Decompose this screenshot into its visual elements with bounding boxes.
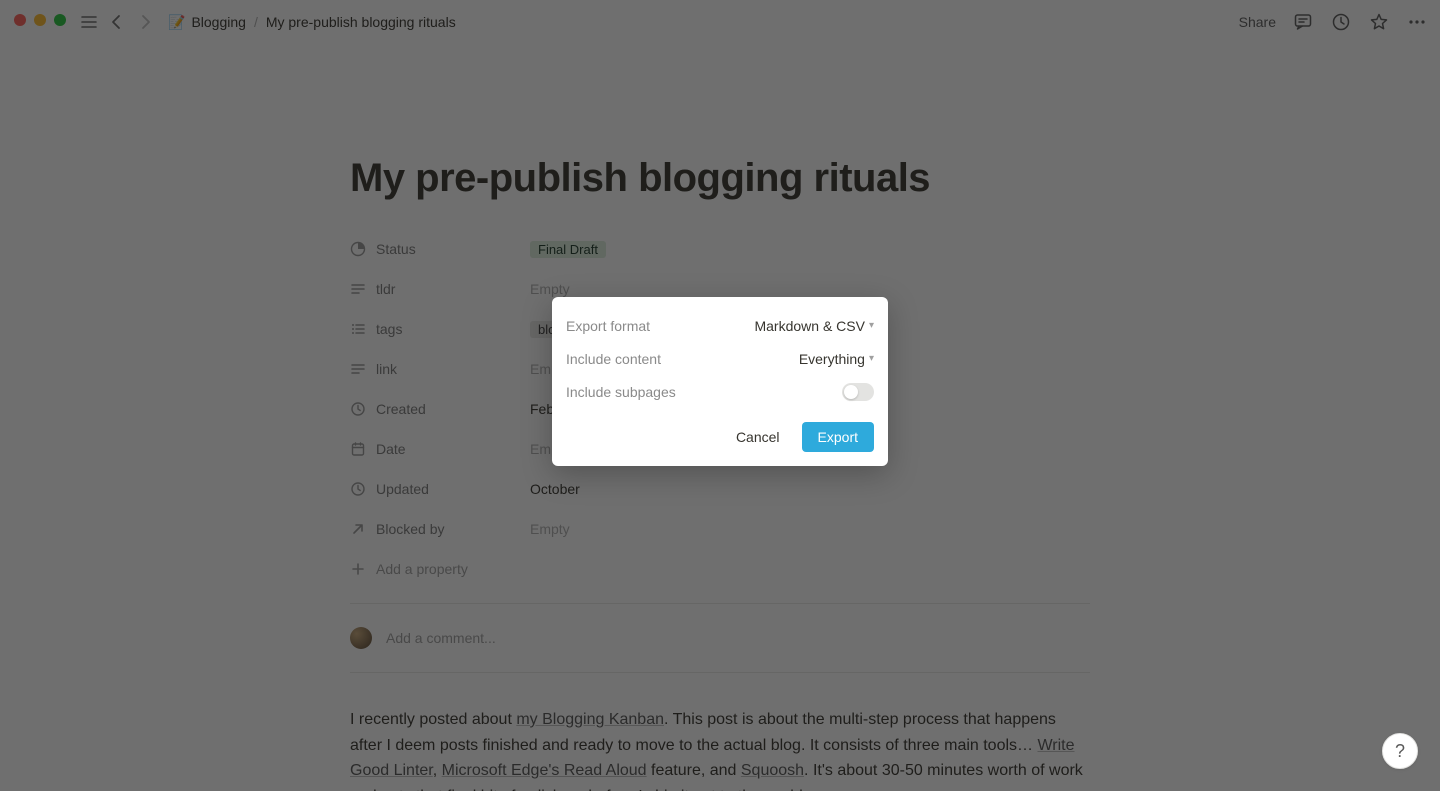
include-content-select[interactable]: Everything ▾ bbox=[799, 351, 874, 367]
modal-actions: Cancel Export bbox=[566, 422, 874, 452]
include-subpages-toggle[interactable] bbox=[842, 383, 874, 401]
export-format-label: Export format bbox=[566, 318, 650, 334]
modal-row-export-format: Export format Markdown & CSV ▾ bbox=[566, 309, 874, 342]
modal-row-include-content: Include content Everything ▾ bbox=[566, 342, 874, 375]
toggle-knob bbox=[844, 385, 858, 399]
help-icon: ? bbox=[1395, 741, 1405, 762]
modal-row-include-subpages: Include subpages bbox=[566, 375, 874, 408]
include-subpages-label: Include subpages bbox=[566, 384, 676, 400]
export-modal: Export format Markdown & CSV ▾ Include c… bbox=[552, 297, 888, 466]
export-format-select[interactable]: Markdown & CSV ▾ bbox=[754, 318, 874, 334]
help-button[interactable]: ? bbox=[1382, 733, 1418, 769]
include-content-label: Include content bbox=[566, 351, 661, 367]
export-format-value: Markdown & CSV bbox=[754, 318, 864, 334]
cancel-button[interactable]: Cancel bbox=[724, 422, 792, 452]
chevron-down-icon: ▾ bbox=[869, 353, 874, 364]
chevron-down-icon: ▾ bbox=[869, 320, 874, 331]
include-content-value: Everything bbox=[799, 351, 865, 367]
export-button[interactable]: Export bbox=[802, 422, 874, 452]
